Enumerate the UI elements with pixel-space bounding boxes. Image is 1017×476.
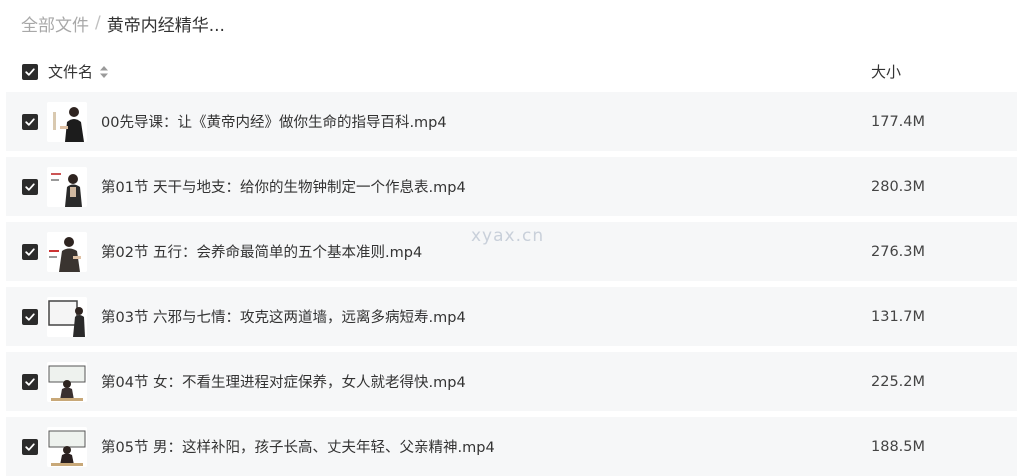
column-header-size[interactable]: 大小: [871, 61, 901, 82]
file-name-link[interactable]: 第04节 女：不看生理进程对症保养，女人就老得快.mp4: [101, 352, 466, 411]
column-header-name-label: 文件名: [48, 63, 94, 81]
column-header-name[interactable]: 文件名: [48, 61, 109, 82]
check-icon: [25, 248, 35, 256]
file-name-link[interactable]: 第01节 天干与地支：给你的生物钟制定一个作息表.mp4: [101, 157, 466, 216]
file-name-link[interactable]: 第05节 男：这样补阳，孩子长高、丈夫年轻、父亲精神.mp4: [101, 417, 495, 476]
sort-icon[interactable]: [99, 65, 109, 79]
check-icon: [25, 183, 35, 191]
file-name-link[interactable]: 第03节 六邪与七情：攻克这两道墙，远离多病短寿.mp4: [101, 287, 466, 346]
breadcrumb-root-link[interactable]: 全部文件: [21, 11, 89, 36]
video-thumbnail[interactable]: [47, 102, 87, 142]
file-list: 00先导课：让《黄帝内经》做你生命的指导百科.mp4 177.4M 第01节 天干与…: [0, 92, 1017, 476]
file-checkbox[interactable]: [22, 179, 38, 195]
file-size: 280.3M: [871, 178, 926, 195]
breadcrumb-separator: /: [95, 13, 101, 33]
file-row[interactable]: 第04节 女：不看生理进程对症保养，女人就老得快.mp4 225.2M: [6, 352, 1017, 411]
file-checkbox[interactable]: [22, 244, 38, 260]
file-checkbox[interactable]: [22, 114, 38, 130]
video-thumbnail[interactable]: [47, 427, 87, 467]
file-row[interactable]: 第03节 六邪与七情：攻克这两道墙，远离多病短寿.mp4 131.7M: [6, 287, 1017, 346]
file-size: 225.2M: [871, 373, 926, 390]
file-name-link[interactable]: 00先导课：让《黄帝内经》做你生命的指导百科.mp4: [101, 92, 447, 151]
check-icon: [25, 313, 35, 321]
file-size: 131.7M: [871, 308, 926, 325]
watermark-text: xyax.cn: [471, 226, 545, 246]
file-row[interactable]: 第05节 男：这样补阳，孩子长高、丈夫年轻、父亲精神.mp4 188.5M: [6, 417, 1017, 476]
file-size: 276.3M: [871, 243, 926, 260]
video-thumbnail[interactable]: [47, 362, 87, 402]
file-row[interactable]: 00先导课：让《黄帝内经》做你生命的指导百科.mp4 177.4M: [6, 92, 1017, 151]
check-icon: [25, 378, 35, 386]
file-checkbox[interactable]: [22, 374, 38, 390]
video-thumbnail[interactable]: [47, 232, 87, 272]
check-icon: [25, 443, 35, 451]
file-name-link[interactable]: 第02节 五行：会养命最简单的五个基本准则.mp4: [101, 222, 422, 281]
file-size: 188.5M: [871, 438, 926, 455]
check-icon: [25, 118, 35, 126]
select-all-checkbox[interactable]: [22, 64, 38, 80]
file-size: 177.4M: [871, 113, 926, 130]
check-icon: [25, 68, 35, 76]
file-list-header: 文件名 大小: [0, 56, 1017, 90]
video-thumbnail[interactable]: [47, 297, 87, 337]
file-checkbox[interactable]: [22, 439, 38, 455]
file-browser: 全部文件 / 黄帝内经精华... 文件名 大小 00先导课：让《黄帝内经》做你生…: [0, 0, 1017, 476]
video-thumbnail[interactable]: [47, 167, 87, 207]
file-checkbox[interactable]: [22, 309, 38, 325]
breadcrumb: 全部文件 / 黄帝内经精华...: [21, 10, 225, 36]
file-row[interactable]: 第01节 天干与地支：给你的生物钟制定一个作息表.mp4 280.3M: [6, 157, 1017, 216]
breadcrumb-current-folder: 黄帝内经精华...: [106, 15, 225, 36]
